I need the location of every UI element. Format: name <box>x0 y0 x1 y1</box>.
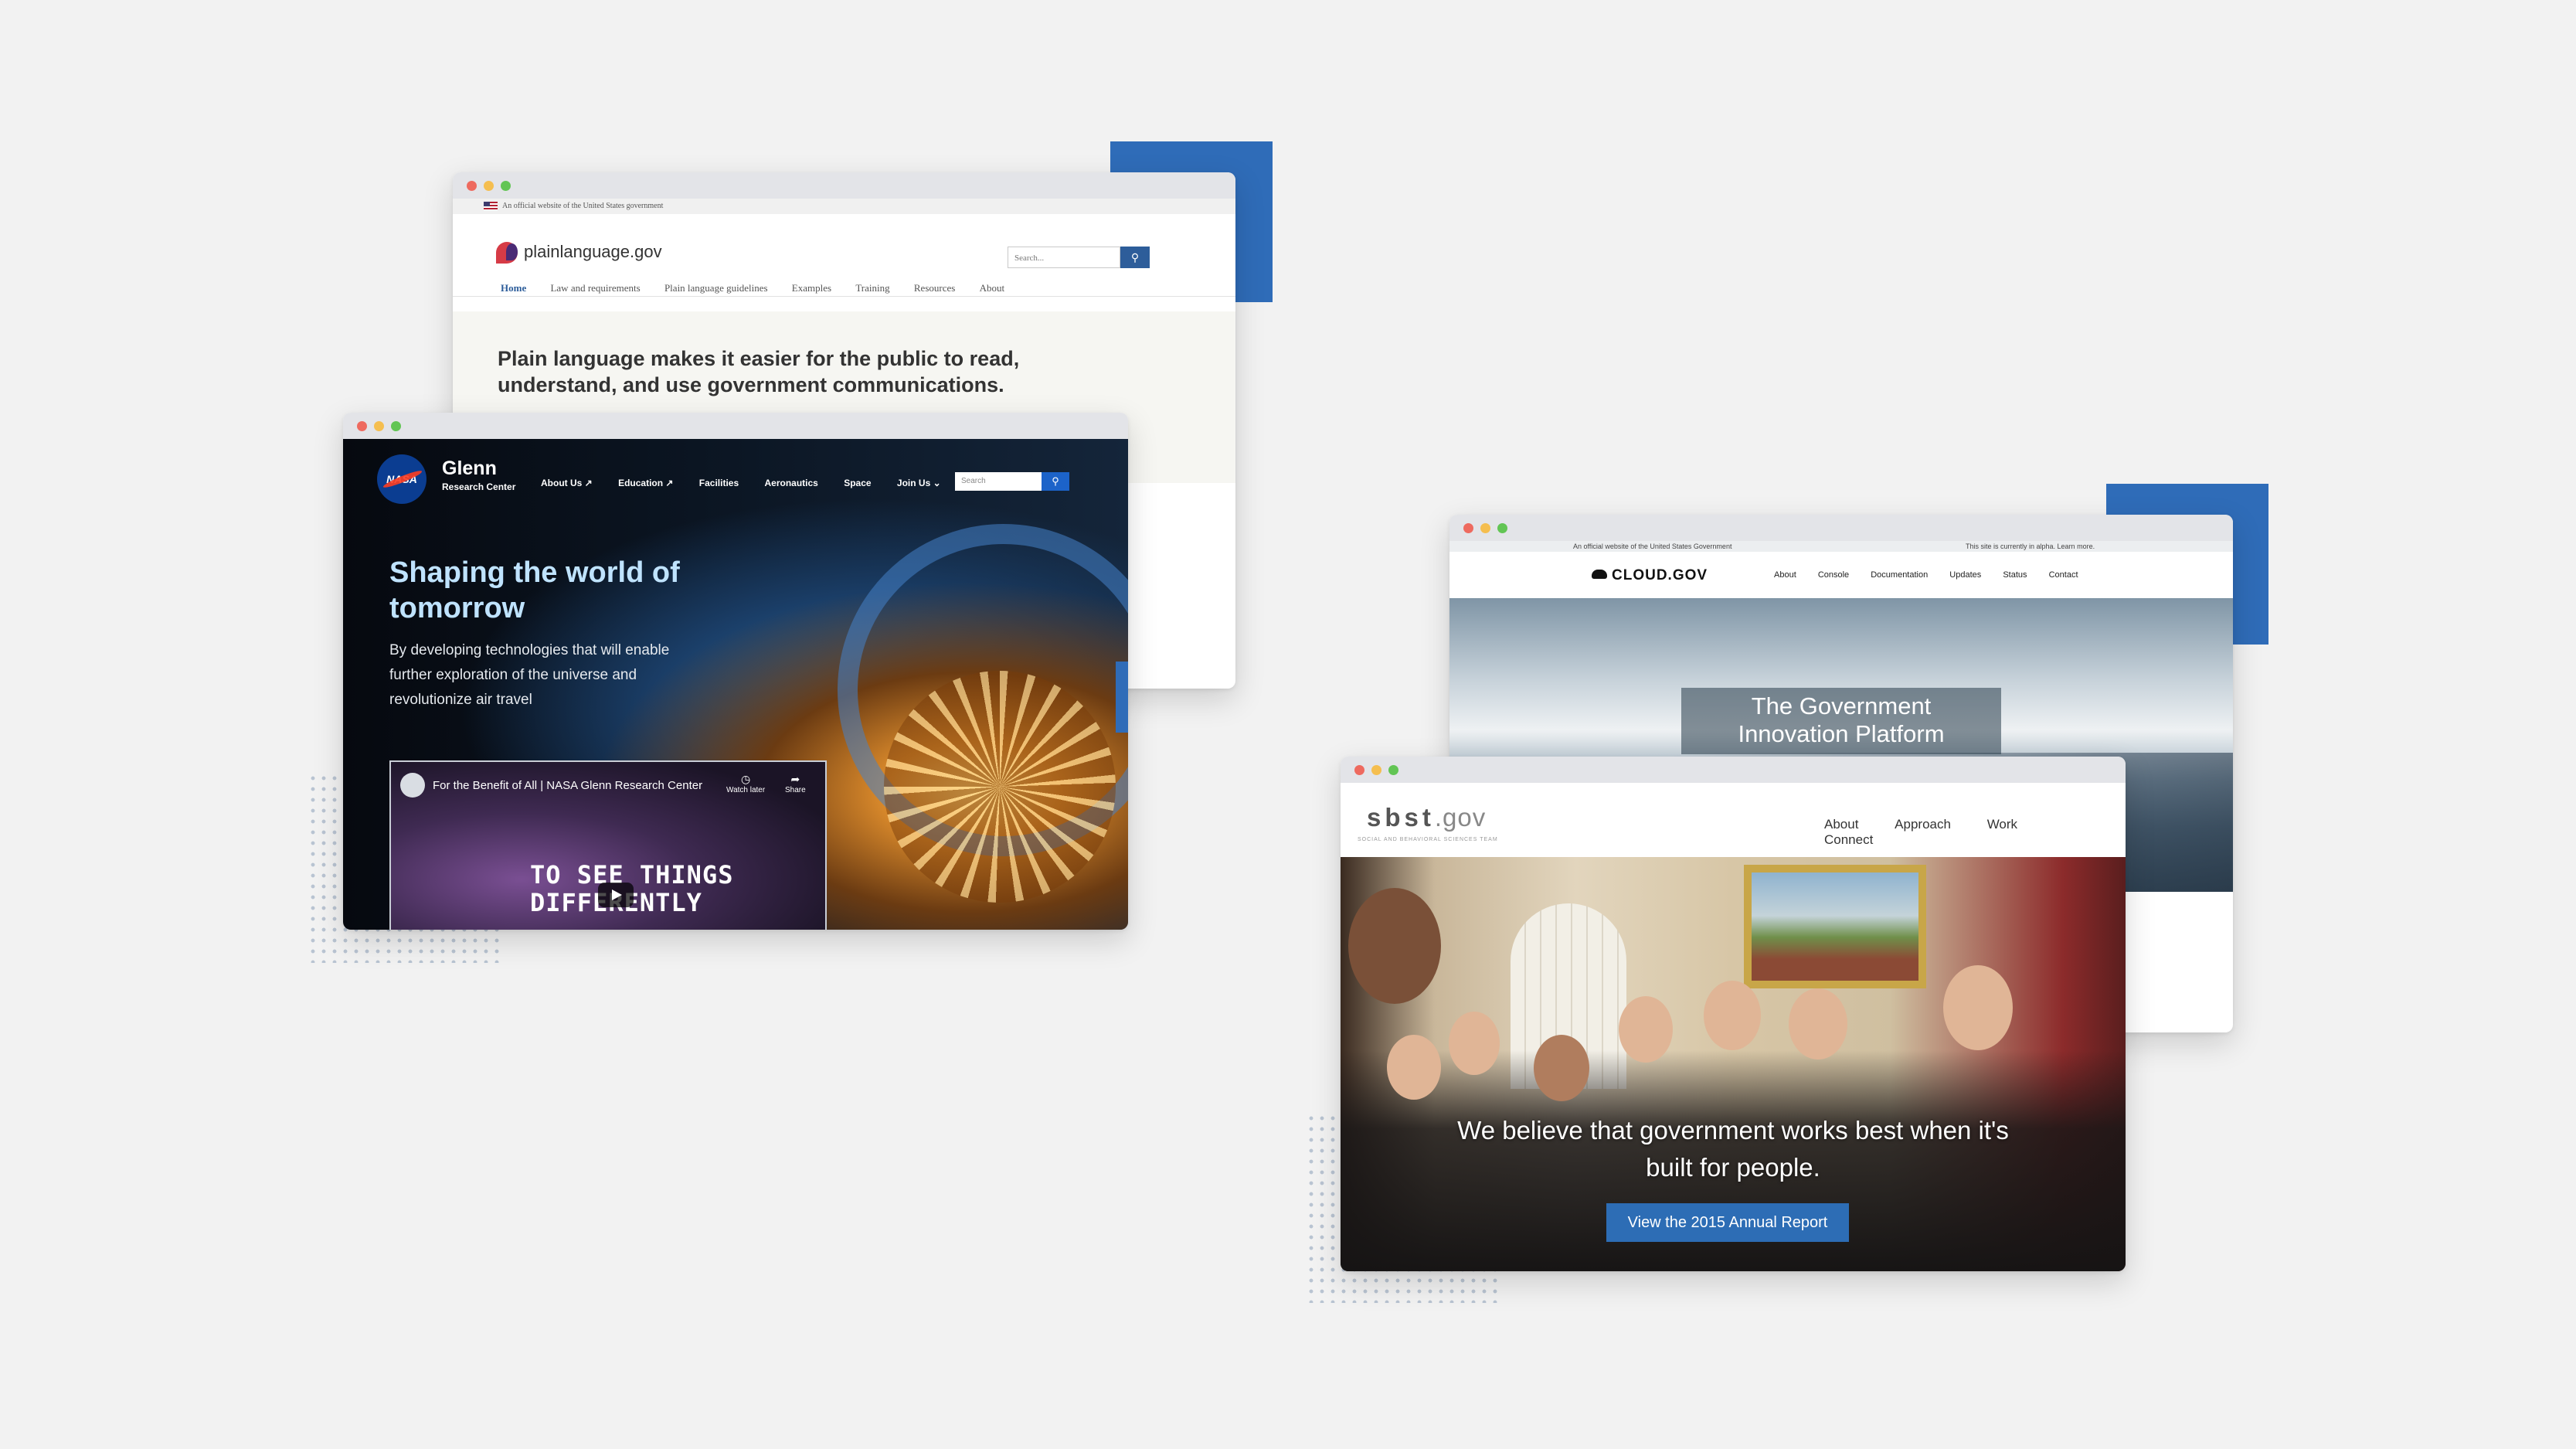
site-title: Glenn <box>442 457 497 479</box>
nav-home[interactable]: Home <box>501 282 526 294</box>
play-icon[interactable] <box>598 883 634 907</box>
search-input[interactable]: Search... <box>1008 247 1120 268</box>
main-nav: About Us ↗ Education ↗ Facilities Aerona… <box>541 478 964 488</box>
cloud-icon <box>1592 570 1607 579</box>
flag-icon <box>484 202 498 211</box>
search-input[interactable]: Search <box>955 472 1042 491</box>
person <box>1704 981 1761 1050</box>
engine-core <box>884 671 1116 903</box>
hero-subtext: By developing technologies that will ena… <box>389 642 670 708</box>
site-subtitle: Research Center <box>442 481 516 492</box>
search-icon: ⚲ <box>1130 251 1140 264</box>
feedback-tab[interactable] <box>1116 662 1128 733</box>
gov-banner: An official website of the United States… <box>1449 541 2233 552</box>
nav-connect[interactable]: Connect <box>1824 832 1873 848</box>
share-button[interactable]: ➦ Share <box>785 773 806 794</box>
nav-about[interactable]: About <box>1774 570 1796 580</box>
person <box>1387 1035 1441 1100</box>
gov-banner: An official website of the United States… <box>453 199 1235 214</box>
person <box>1449 1012 1500 1075</box>
sbst-window: sbst.gov SOCIAL AND BEHAVIORAL SCIENCES … <box>1341 757 2126 1271</box>
site-header: plainlanguage.gov Search... ⚲ Home Law a… <box>453 214 1235 297</box>
site-header: CLOUD.GOV About Console Documentation Up… <box>1449 552 2233 598</box>
hero-tagline: The Government Innovation Platform <box>1681 688 2001 754</box>
nav-work[interactable]: Work <box>1987 817 2017 832</box>
nav-about[interactable]: About <box>980 282 1005 294</box>
search-button[interactable]: ⚲ <box>1120 247 1150 268</box>
nav-resources[interactable]: Resources <box>914 282 955 294</box>
watch-later-button[interactable]: ◷ Watch later <box>726 773 765 794</box>
video-title: For the Benefit of All | NASA Glenn Rese… <box>433 779 703 792</box>
person <box>1348 888 1441 1004</box>
site-logo[interactable]: sbst.gov <box>1367 803 1486 832</box>
nav-about-us[interactable]: About Us ↗ <box>541 478 593 488</box>
channel-avatar <box>400 773 425 798</box>
video-embed[interactable]: For the Benefit of All | NASA Glenn Rese… <box>389 760 827 930</box>
browser-chrome <box>1449 515 2233 541</box>
person <box>1943 965 2013 1050</box>
nav-education[interactable]: Education ↗ <box>618 478 673 488</box>
nav-about[interactable]: About <box>1824 817 1858 832</box>
search-icon: ⚲ <box>1052 475 1059 487</box>
browser-chrome <box>343 413 1128 439</box>
hero-heading: Shaping the world of tomorrow <box>389 556 680 624</box>
share-icon: ➦ <box>790 773 800 785</box>
logo-tagline: SOCIAL AND BEHAVIORAL SCIENCES TEAM <box>1358 837 1498 842</box>
nasa-page: NASA Glenn Research Center About Us ↗ Ed… <box>343 439 1128 930</box>
main-nav: Home Law and requirements Plain language… <box>501 282 1026 294</box>
hero-heading: Plain language makes it easier for the p… <box>498 347 1020 396</box>
nav-console[interactable]: Console <box>1818 570 1849 580</box>
site-logo[interactable]: plainlanguage.gov <box>496 242 662 264</box>
nav-status[interactable]: Status <box>2003 570 2027 580</box>
main-nav: About Console Documentation Updates Stat… <box>1774 570 2098 580</box>
person <box>1619 996 1673 1063</box>
nav-updates[interactable]: Updates <box>1949 570 1981 580</box>
nav-training[interactable]: Training <box>855 282 889 294</box>
person <box>1534 1035 1589 1101</box>
search-button[interactable]: ⚲ <box>1042 472 1069 491</box>
nav-space[interactable]: Space <box>844 478 871 488</box>
hero-photo: We believe that government works best wh… <box>1341 857 2126 1271</box>
nasa-glenn-window: NASA Glenn Research Center About Us ↗ Ed… <box>343 413 1128 930</box>
nasa-logo[interactable]: NASA <box>377 454 427 504</box>
nav-join-us[interactable]: Join Us ⌄ <box>897 478 941 488</box>
browser-chrome <box>1341 757 2126 783</box>
alpha-banner[interactable]: This site is currently in alpha. Learn m… <box>1966 541 2095 552</box>
main-nav: About Approach Work Connect <box>1824 817 2126 848</box>
person <box>1789 988 1847 1060</box>
annual-report-button[interactable]: View the 2015 Annual Report <box>1606 1203 1849 1242</box>
nav-examples[interactable]: Examples <box>792 282 831 294</box>
nav-facilities[interactable]: Facilities <box>699 478 739 488</box>
browser-chrome <box>453 172 1235 199</box>
nav-guidelines[interactable]: Plain language guidelines <box>664 282 768 294</box>
hero-quote: We believe that government works best wh… <box>1457 1116 2009 1182</box>
site-logo[interactable]: CLOUD.GOV <box>1592 567 1708 584</box>
nav-approach[interactable]: Approach <box>1895 817 1951 832</box>
nav-contact[interactable]: Contact <box>2049 570 2078 580</box>
site-header: sbst.gov SOCIAL AND BEHAVIORAL SCIENCES … <box>1341 783 2126 857</box>
nav-documentation[interactable]: Documentation <box>1871 570 1928 580</box>
clock-icon: ◷ <box>740 773 751 785</box>
nav-law[interactable]: Law and requirements <box>550 282 640 294</box>
speech-bubble-icon <box>496 242 518 264</box>
framed-painting <box>1744 865 1926 988</box>
nav-aeronautics[interactable]: Aeronautics <box>765 478 818 488</box>
